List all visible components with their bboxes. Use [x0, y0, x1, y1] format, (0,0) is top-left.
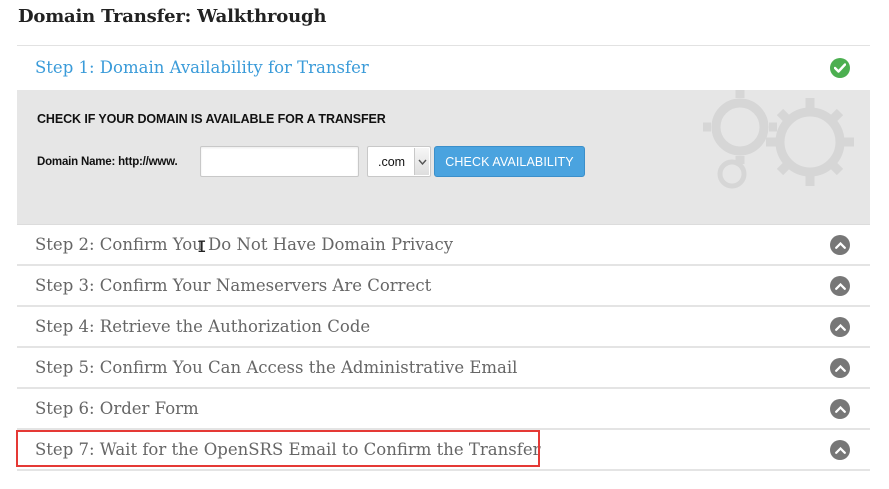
step-2-label: Step 2: Confirm You Do Not Have Domain P…	[35, 235, 454, 254]
step-4-label: Step 4: Retrieve the Authorization Code	[35, 317, 371, 336]
step-5-label: Step 5: Confirm You Can Access the Admin…	[35, 358, 518, 377]
step-7-label: Step 7: Wait for the OpenSRS Email to Co…	[35, 440, 541, 459]
step-7-header[interactable]: Step 7: Wait for the OpenSRS Email to Co…	[17, 430, 870, 471]
step-3-label: Step 3: Confirm Your Nameservers Are Cor…	[35, 276, 432, 295]
step-6-label: Step 6: Order Form	[35, 399, 199, 418]
step-3-header[interactable]: Step 3: Confirm Your Nameservers Are Cor…	[17, 266, 870, 307]
chevron-up-icon	[830, 440, 850, 460]
step-2-header[interactable]: Step 2: Confirm You Do Not Have Domain P…	[17, 225, 870, 266]
chevron-up-icon	[830, 399, 850, 419]
chevron-up-icon	[830, 358, 850, 378]
text-cursor-icon: I	[197, 237, 207, 256]
step-1-label: Step 1: Domain Availability for Transfer	[35, 58, 369, 77]
step-1-panel: CHECK IF YOUR DOMAIN IS AVAILABLE FOR A …	[17, 90, 870, 225]
availability-heading: CHECK IF YOUR DOMAIN IS AVAILABLE FOR A …	[37, 112, 386, 126]
domain-name-label: Domain Name: http://www.	[37, 156, 178, 168]
page-title: Domain Transfer: Walkthrough	[18, 6, 327, 27]
step-4-header[interactable]: Step 4: Retrieve the Authorization Code	[17, 307, 870, 348]
chevron-up-icon	[830, 235, 850, 255]
tld-select[interactable]: .com	[367, 146, 431, 177]
check-availability-button[interactable]: CHECK AVAILABILITY	[434, 146, 585, 177]
step-5-header[interactable]: Step 5: Confirm You Can Access the Admin…	[17, 348, 870, 389]
chevron-down-icon	[414, 148, 429, 175]
gears-decoration-icon	[703, 90, 854, 189]
chevron-up-icon	[830, 317, 850, 337]
domain-name-input[interactable]	[200, 146, 359, 177]
step-6-header[interactable]: Step 6: Order Form	[17, 389, 870, 430]
tld-selected-value: .com	[378, 155, 406, 169]
check-circle-icon	[830, 58, 850, 78]
transfer-steps-accordion: Step 1: Domain Availability for Transfer…	[17, 45, 870, 471]
chevron-up-icon	[830, 276, 850, 296]
step-1-header[interactable]: Step 1: Domain Availability for Transfer	[17, 46, 870, 90]
